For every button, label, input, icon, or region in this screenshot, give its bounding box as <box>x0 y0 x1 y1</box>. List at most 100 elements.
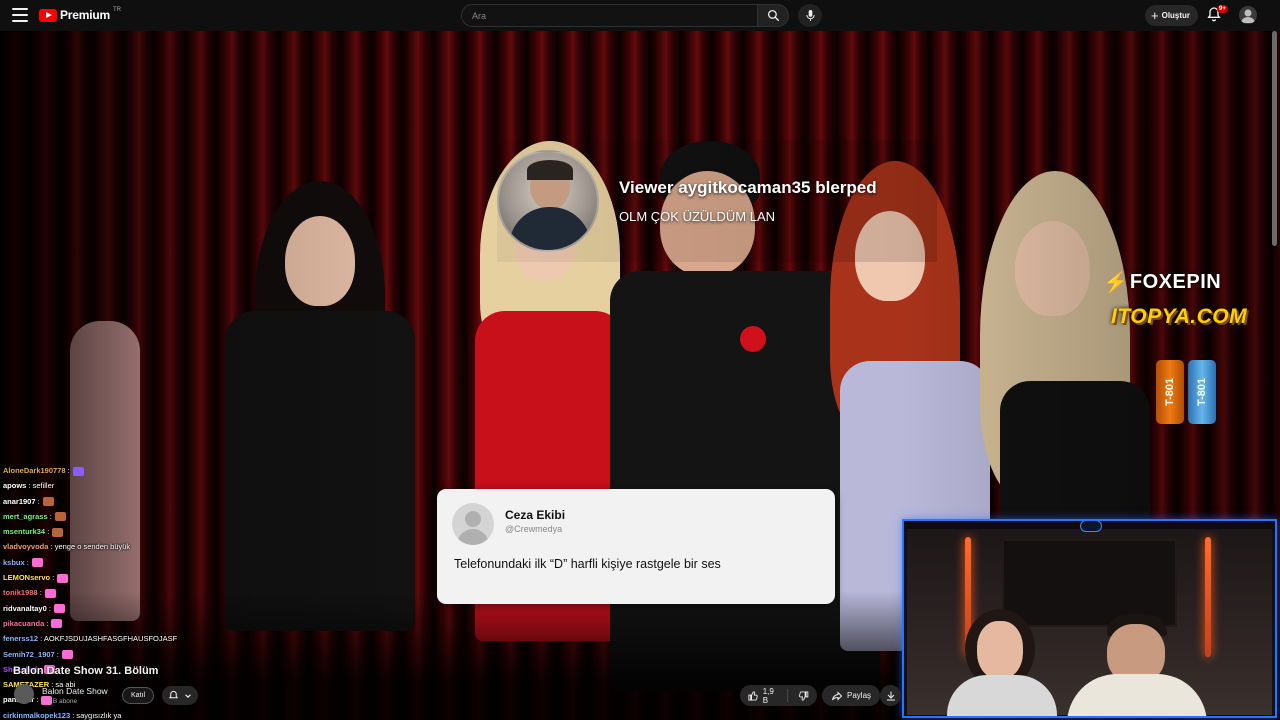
chat-message: fenerss12 : AOKFJSDUJASHFASGFHAUSFOJASF <box>3 631 268 646</box>
chat-message: msenturk34 : <box>3 524 268 539</box>
alert-avatar <box>497 150 599 252</box>
youtube-play-icon <box>39 8 57 22</box>
can-blue: T-801 <box>1188 360 1216 424</box>
chat-username[interactable]: AloneDark190778 <box>3 466 66 475</box>
chat-username[interactable]: fenerss12 <box>3 634 38 643</box>
like-dislike-group: 1,9 B <box>740 685 817 706</box>
chat-username[interactable]: vladvoyvoda <box>3 542 48 551</box>
chat-text: : <box>54 649 59 659</box>
chat-message: ridvanaltay0 : <box>3 601 268 616</box>
share-icon <box>832 690 843 701</box>
chat-message: LEMONservo : <box>3 570 268 585</box>
chat-username[interactable]: Semih72_1907 <box>3 650 55 659</box>
webcam-room <box>907 529 1272 716</box>
like-separator <box>787 689 789 702</box>
search-bar <box>461 4 789 27</box>
itopya-logo: ITOPYA.COM <box>1111 305 1248 328</box>
chat-text: : <box>65 466 70 475</box>
chat-text: : <box>44 618 49 628</box>
subscription-bell-button[interactable] <box>162 686 198 705</box>
bell-icon <box>168 690 179 699</box>
card-handle: @Crewmedya <box>505 524 563 534</box>
avatar-icon <box>1241 9 1255 23</box>
chat-emote-icon <box>61 650 73 660</box>
alert-title: Viewer aygitkocaman35 blerped <box>619 178 877 197</box>
voice-search-button[interactable] <box>798 4 822 27</box>
chat-text: : <box>45 527 50 537</box>
video-title: Balon Date Show 31. Bölüm <box>13 665 159 677</box>
chat-username[interactable]: ksbux <box>3 558 25 567</box>
chat-emote-icon <box>72 466 84 476</box>
chat-message: tonik1988 : <box>3 585 268 600</box>
notification-badge: 9+ <box>1217 5 1228 13</box>
download-button[interactable] <box>880 685 901 706</box>
chat-username[interactable]: msenturk34 <box>3 527 45 536</box>
energy-drink-cans: T-801 T-801 <box>1156 360 1216 424</box>
chat-text: : <box>37 588 42 598</box>
menu-icon[interactable] <box>12 8 28 22</box>
chat-text: : <box>35 496 40 506</box>
chat-text: : <box>24 557 29 567</box>
card-text: Telefonundaki ilk “D” harfli kişiye rast… <box>454 557 721 571</box>
chat-message: anar1907 : <box>3 494 268 509</box>
logo-text: Premium <box>60 8 110 22</box>
chat-username[interactable]: LEMONservo <box>3 573 50 582</box>
ceza-card: Ceza Ekibi @Crewmedya Telefonundaki ilk … <box>437 489 835 604</box>
foxepin-text: FOXEPIN <box>1129 271 1222 293</box>
thumbs-up-icon[interactable] <box>748 690 759 702</box>
chat-message: pikacuanda : <box>3 616 268 631</box>
create-button[interactable]: + Oluştur <box>1145 5 1199 26</box>
chat-username[interactable]: apows <box>3 481 26 490</box>
chat-emote-icon <box>51 619 63 629</box>
chat-message: vladvoyvoda : yenge o senden büyük <box>3 539 268 554</box>
logo-country: TR <box>112 7 121 13</box>
foxepin-logo: ⚡ FOXEPIN <box>1103 270 1221 295</box>
masthead: Premium TR + Oluştur 9+ <box>0 0 1280 31</box>
chat-username[interactable]: ridvanaltay0 <box>3 604 47 613</box>
chat-text: : <box>46 603 51 613</box>
card-avatar <box>452 503 494 545</box>
chat-overlay: AloneDark190778 : apows : sefiller anar190… <box>3 463 268 720</box>
chat-username[interactable]: tonik1988 <box>3 588 38 597</box>
can-orange: T-801 <box>1156 360 1184 424</box>
youtube-watch-page: Premium TR + Oluştur 9+ <box>0 0 1280 720</box>
plus-icon: + <box>1151 8 1159 23</box>
chat-message: Semih72_1907 : <box>3 647 268 662</box>
channel-name[interactable]: Balon Date Show <box>42 686 108 696</box>
chat-text: : sefiller <box>26 481 55 491</box>
chat-message: ksbux : <box>3 555 268 570</box>
chat-emote-icon <box>54 512 66 522</box>
chat-username[interactable]: anar1907 <box>3 497 36 506</box>
like-count[interactable]: 1,9 B <box>763 687 780 705</box>
chat-emote-icon <box>52 527 64 537</box>
search-button[interactable] <box>757 4 789 27</box>
chat-text: : AOKFJSDUJASHFASGFHAUSFOJASF <box>38 634 178 644</box>
chat-username[interactable]: pikacuanda <box>3 619 44 628</box>
share-button[interactable]: Paylaş <box>822 685 881 706</box>
chat-message: apows : sefiller <box>3 478 268 493</box>
chevron-down-icon <box>185 693 191 698</box>
card-name: Ceza Ekibi <box>505 508 566 522</box>
chat-emote-icon <box>31 558 43 568</box>
youtube-premium-logo[interactable]: Premium TR <box>39 7 121 22</box>
channel-avatar[interactable] <box>14 684 34 704</box>
chat-username[interactable]: mert_agrass <box>3 512 48 521</box>
microphone-icon <box>805 10 815 21</box>
chat-text: : yenge o senden büyük <box>48 542 131 552</box>
chat-text: : <box>34 695 39 705</box>
thumbs-down-icon[interactable] <box>798 690 809 702</box>
page-scrollbar[interactable] <box>1272 31 1277 246</box>
account-avatar[interactable] <box>1239 6 1257 24</box>
create-label: Oluştur <box>1161 11 1191 20</box>
chat-message: AloneDark190778 : <box>3 463 268 478</box>
chat-emote-icon <box>44 588 56 598</box>
chat-emote-icon <box>53 604 65 614</box>
stream-alert: Viewer aygitkocaman35 blerped OLM ÇOK ÜZ… <box>497 140 937 262</box>
search-icon <box>767 9 779 22</box>
fox-icon: ⚡ <box>1103 272 1128 294</box>
search-input[interactable] <box>461 4 757 27</box>
chat-username[interactable]: cirkinmalkopek123 <box>3 711 70 720</box>
join-button[interactable]: Katıl <box>122 687 155 704</box>
subscriber-count: 1,6 B abone <box>42 698 78 705</box>
chat-emote-icon <box>57 573 69 583</box>
